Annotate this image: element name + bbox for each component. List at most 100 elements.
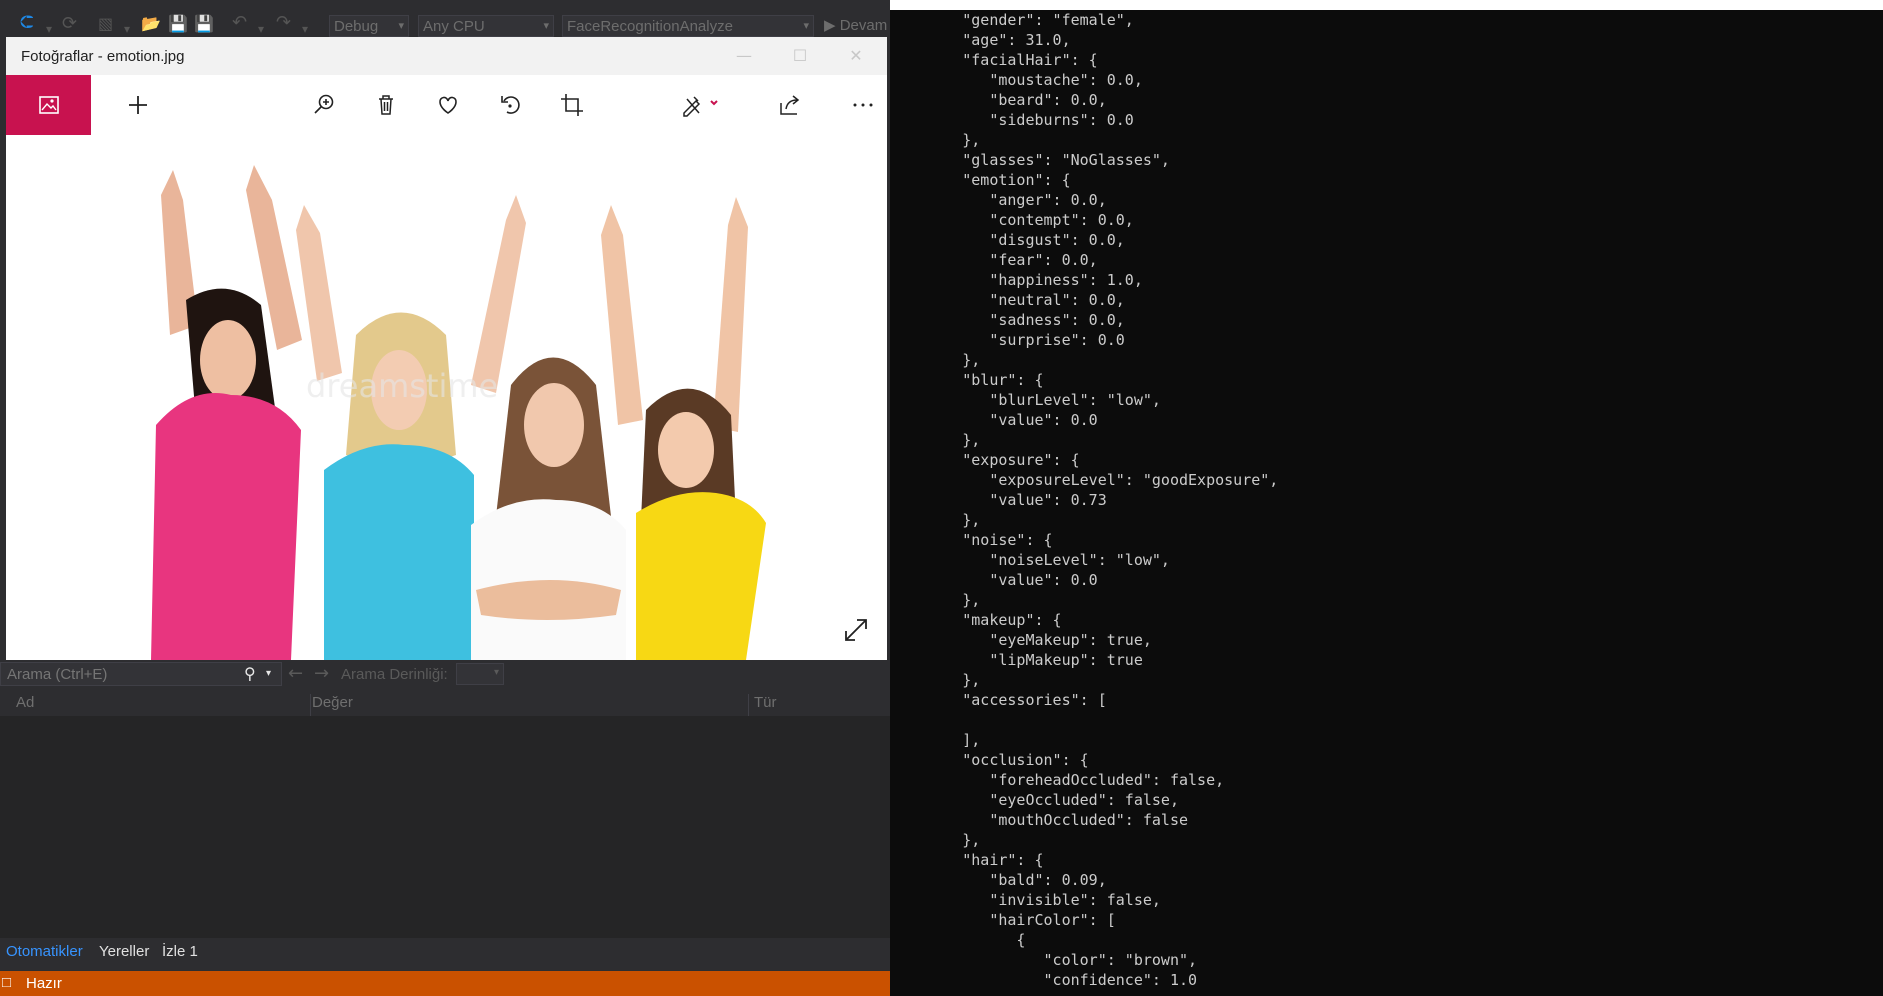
platform-value: Any CPU	[423, 18, 485, 35]
console-line: },	[890, 591, 981, 609]
configuration-value: Debug	[334, 18, 379, 35]
locals-search-bar: ⚲ ▾ ← → Arama Derinliği: ▾	[0, 662, 890, 686]
status-icon: □	[2, 974, 12, 991]
platform-select[interactable]: Any CPU ▾	[418, 15, 554, 37]
console-line: },	[890, 431, 981, 449]
console-window: "gender": "female", "age": 31.0, "facial…	[890, 0, 1883, 996]
arrow-left-icon[interactable]: ←	[288, 663, 303, 684]
redo-icon[interactable]: ↷	[276, 14, 291, 32]
edit-create-button[interactable]	[678, 91, 722, 119]
visual-studio-window: ⮈ ▾ ⟳ ▧ ▾ 📂 💾 💾 ↶ ▾ ↷ ▾ Debug ▾ Any CPU …	[0, 0, 890, 996]
column-divider[interactable]	[748, 694, 749, 716]
console-line: ],	[890, 731, 981, 749]
console-line: "bald": 0.09,	[890, 871, 1107, 889]
console-line: "color": "brown",	[890, 951, 1198, 969]
column-name-header[interactable]: Ad	[16, 694, 34, 711]
chevron-down-icon[interactable]: ▾	[46, 20, 52, 38]
new-project-icon[interactable]: ▧	[98, 15, 113, 33]
console-line: "emotion": {	[890, 171, 1071, 189]
console-line: "sadness": 0.0,	[890, 311, 1125, 329]
console-line: "hairColor": [	[890, 911, 1116, 929]
chevron-down-icon[interactable]: ▾	[302, 20, 308, 38]
console-line: "sideburns": 0.0	[890, 111, 1134, 129]
add-button[interactable]	[124, 91, 152, 119]
open-folder-icon[interactable]: 📂	[141, 15, 161, 33]
more-options-button[interactable]	[849, 91, 877, 119]
delete-button[interactable]	[372, 91, 400, 119]
photo-viewer: dreamstime	[6, 135, 887, 660]
heart-icon	[439, 96, 457, 114]
arrow-right-icon[interactable]: →	[314, 663, 329, 684]
close-button[interactable]: ✕	[841, 45, 871, 67]
chevron-down-icon[interactable]: ▾	[258, 20, 264, 38]
crop-button[interactable]	[558, 91, 586, 119]
back-icon[interactable]: ⮈	[20, 14, 34, 32]
add-icon	[129, 96, 147, 114]
chevron-down-icon: ▾	[398, 20, 404, 32]
console-line: "lipMakeup": true	[890, 651, 1143, 669]
console-line: "disgust": 0.0,	[890, 231, 1125, 249]
rotate-button[interactable]	[496, 91, 524, 119]
chevron-down-icon: ▾	[493, 667, 499, 678]
console-line: "blur": {	[890, 371, 1044, 389]
locals-search-input[interactable]	[0, 662, 282, 686]
console-line: "value": 0.0	[890, 571, 1098, 589]
delete-icon	[379, 95, 393, 115]
console-line: "surprise": 0.0	[890, 331, 1125, 349]
startup-project-select[interactable]: FaceRecognitionAnalyze ▾	[562, 15, 814, 37]
console-line: "blurLevel": "low",	[890, 391, 1161, 409]
minimize-button[interactable]: —	[729, 45, 759, 67]
save-all-icon[interactable]: 💾	[194, 15, 214, 33]
search-icon[interactable]: ⚲	[244, 664, 256, 683]
status-bar: □ Hazır	[0, 971, 890, 996]
console-output: "gender": "female", "age": 31.0, "facial…	[890, 10, 1883, 996]
chevron-down-icon[interactable]: ▾	[124, 20, 130, 38]
console-line: "value": 0.73	[890, 491, 1107, 509]
chevron-down-icon: ▾	[543, 20, 549, 32]
photos-icon	[39, 96, 59, 114]
column-divider[interactable]	[310, 694, 311, 716]
locals-grid[interactable]	[0, 716, 890, 938]
search-depth-label: Arama Derinliği:	[341, 666, 448, 683]
edit-icon	[683, 96, 718, 117]
save-icon[interactable]: 💾	[168, 15, 188, 33]
console-line: "age": 31.0,	[890, 31, 1071, 49]
locals-column-header: Ad Değer Tür	[0, 692, 890, 716]
search-depth-select[interactable]: ▾	[456, 663, 504, 685]
share-button[interactable]	[776, 91, 804, 119]
console-line: "confidence": 1.0	[890, 971, 1198, 989]
fullscreen-button[interactable]	[842, 616, 870, 644]
console-line: "noise": {	[890, 531, 1053, 549]
console-line: },	[890, 131, 981, 149]
console-line: "beard": 0.0,	[890, 91, 1107, 109]
favorite-button[interactable]	[434, 91, 462, 119]
collection-button[interactable]	[6, 75, 91, 135]
photos-titlebar: Fotoğraflar - emotion.jpg — ☐ ✕	[6, 37, 887, 75]
tab-autos[interactable]: Otomatikler	[6, 943, 83, 960]
zoom-button[interactable]	[310, 91, 338, 119]
photo-image: dreamstime	[6, 135, 887, 660]
undo-icon[interactable]: ↶	[232, 14, 247, 32]
column-value-header[interactable]: Değer	[312, 694, 353, 711]
column-type-header[interactable]: Tür	[754, 694, 777, 711]
maximize-button[interactable]: ☐	[785, 45, 815, 67]
debug-window-tabs: Otomatikler Yereller İzle 1	[0, 938, 890, 966]
console-line: "moustache": 0.0,	[890, 71, 1143, 89]
console-line: "value": 0.0	[890, 411, 1098, 429]
vs-toolbar: ⮈ ▾ ⟳ ▧ ▾ 📂 💾 💾 ↶ ▾ ↷ ▾ Debug ▾ Any CPU …	[0, 0, 890, 38]
window-title: Fotoğraflar - emotion.jpg	[21, 48, 185, 65]
console-line: "noiseLevel": "low",	[890, 551, 1170, 569]
console-line: "anger": 0.0,	[890, 191, 1107, 209]
console-line: "glasses": "NoGlasses",	[890, 151, 1170, 169]
tab-locals[interactable]: Yereller	[99, 943, 149, 960]
forward-icon[interactable]: ⟳	[62, 15, 77, 33]
tab-watch-1[interactable]: İzle 1	[162, 943, 198, 960]
continue-button[interactable]: ▶ Devam	[824, 16, 887, 38]
console-line: "exposure": {	[890, 451, 1080, 469]
rotate-icon	[501, 96, 520, 114]
console-line: "mouthOccluded": false	[890, 811, 1189, 829]
more-icon	[853, 103, 873, 107]
photos-window: Fotoğraflar - emotion.jpg — ☐ ✕ dreamsti…	[6, 37, 887, 660]
configuration-select[interactable]: Debug ▾	[329, 15, 409, 37]
chevron-down-icon[interactable]: ▾	[266, 668, 271, 679]
